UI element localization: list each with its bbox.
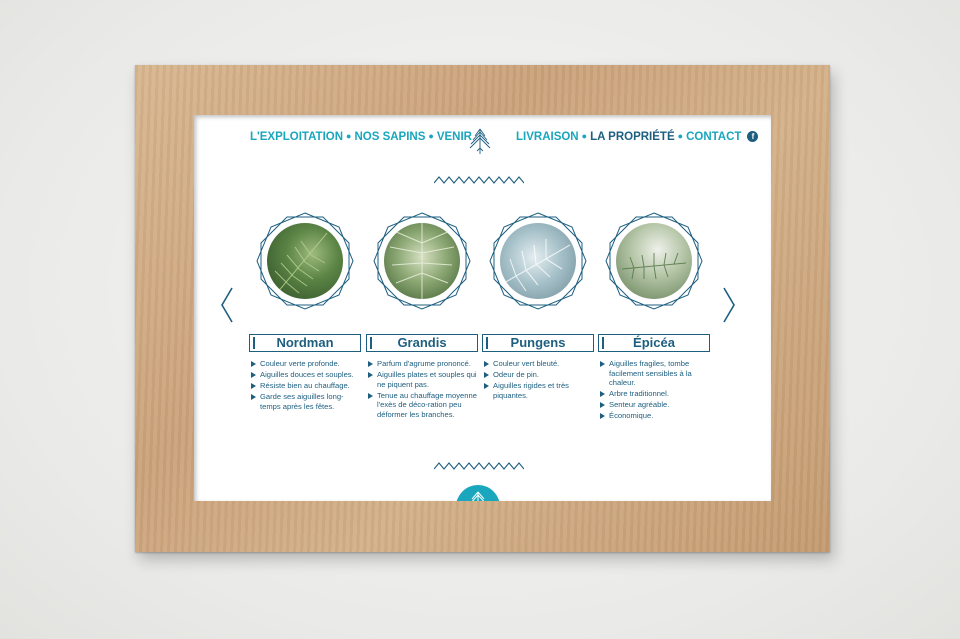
- tree-card[interactable]: Nordman Couleur verte profonde. Aiguille…: [249, 209, 361, 411]
- zigzag-divider-top: [434, 176, 524, 184]
- feature-item: Aiguilles plates et souples qui ne pique…: [368, 370, 480, 389]
- tree-icon[interactable]: [466, 127, 494, 155]
- medallion: [253, 209, 357, 313]
- feature-item: Parfum d'agrume prononcé.: [368, 359, 480, 369]
- feature-item: Garde ses aiguilles long-temps après les…: [251, 392, 363, 411]
- tree-name: Épicéa: [598, 334, 710, 352]
- nav-separator: ●: [346, 131, 352, 141]
- tree-photo: [267, 223, 343, 299]
- feature-item: Résiste bien au chauffage.: [251, 381, 363, 391]
- feature-list: Couleur vert bleuté. Odeur de pin. Aigui…: [484, 359, 596, 402]
- nav-item-la-propriete[interactable]: LA PROPRIÉTÉ: [590, 131, 675, 143]
- feature-list: Couleur verte profonde. Aiguilles douces…: [251, 359, 363, 413]
- wooden-frame: L'EXPLOITATION ● NOS SAPINS ● VENIR LIVRAISO…: [135, 65, 830, 552]
- feature-list: Parfum d'agrume prononcé. Aiguilles plat…: [368, 359, 480, 421]
- feature-item: Senteur agréable.: [600, 400, 712, 410]
- nav-separator: ●: [581, 131, 588, 141]
- tree-name: Pungens: [482, 334, 594, 352]
- feature-item: Tenue au chauffage moyenne l'exès de déc…: [368, 391, 480, 420]
- feature-item: Aiguilles fragiles, tombe facilement sen…: [600, 359, 712, 388]
- feature-item: Aiguilles rigides et très piquantes.: [484, 381, 596, 400]
- feature-item: Couleur verte profonde.: [251, 359, 363, 369]
- medallion: [486, 209, 590, 313]
- tree-name: Nordman: [249, 334, 361, 352]
- nav-separator: ●: [677, 131, 684, 141]
- nav-item-exploitation[interactable]: L'EXPLOITATION: [250, 131, 343, 143]
- tree-card[interactable]: Pungens Couleur vert bleuté. Odeur de pi…: [482, 209, 594, 400]
- zigzag-divider-bottom: [434, 462, 524, 470]
- chevron-right-icon[interactable]: [722, 287, 736, 323]
- feature-item: Arbre traditionnel.: [600, 389, 712, 399]
- medallion: [602, 209, 706, 313]
- tree-name: Grandis: [366, 334, 478, 352]
- tree-photo: [616, 223, 692, 299]
- nav-left: L'EXPLOITATION ● NOS SAPINS ● VENIR: [250, 131, 472, 143]
- feature-item: Couleur vert bleuté.: [484, 359, 596, 369]
- tree-card[interactable]: Épicéa Aiguilles fragiles, tombe facilem…: [598, 209, 710, 420]
- website-mockup: L'EXPLOITATION ● NOS SAPINS ● VENIR LIVRAISO…: [194, 115, 771, 501]
- feature-list: Aiguilles fragiles, tombe facilement sen…: [600, 359, 712, 423]
- feature-item: Économique.: [600, 411, 712, 421]
- nav-right: LIVRAISON ● LA PROPRIÉTÉ ● CONTACT f: [516, 131, 759, 143]
- feature-item: Odeur de pin.: [484, 370, 596, 380]
- tree-card[interactable]: Grandis Parfum d'agrume prononcé. Aiguil…: [366, 209, 478, 419]
- feature-item: Aiguilles douces et souples.: [251, 370, 363, 380]
- tree-photo: [384, 223, 460, 299]
- nav-separator: ●: [428, 131, 434, 141]
- medallion: [370, 209, 474, 313]
- tree-photo: [500, 223, 576, 299]
- tree-icon: [471, 491, 485, 501]
- nav-item-nos-sapins[interactable]: NOS SAPINS: [354, 131, 425, 143]
- poster: L'EXPLOITATION ● NOS SAPINS ● VENIR LIVRAISO…: [194, 115, 771, 501]
- facebook-icon[interactable]: f: [747, 131, 759, 142]
- nav-item-contact[interactable]: CONTACT: [686, 131, 741, 143]
- chevron-left-icon[interactable]: [220, 287, 234, 323]
- scroll-top-button[interactable]: [456, 485, 500, 501]
- nav-item-livraison[interactable]: LIVRAISON: [516, 131, 579, 143]
